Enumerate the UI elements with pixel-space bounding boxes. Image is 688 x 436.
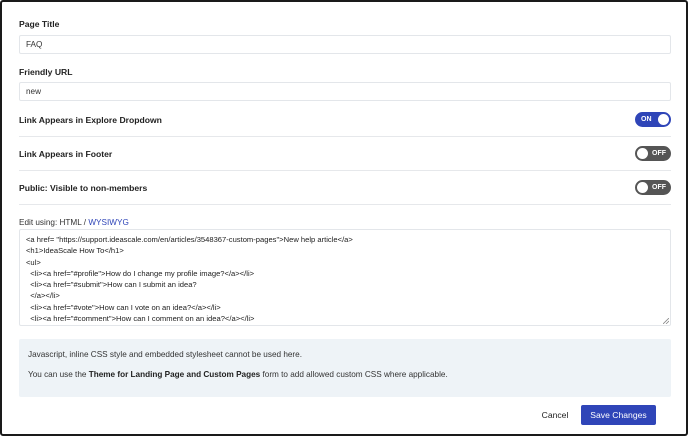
friendly-url-label: Friendly URL — [19, 67, 73, 77]
cancel-button[interactable]: Cancel — [536, 406, 574, 424]
code-line: <li><a href="#submit">How can I submit a… — [26, 280, 197, 290]
code-line: <li><a href="#comment">How can I comment… — [26, 314, 255, 324]
explore-dropdown-label: Link Appears in Explore Dropdown — [19, 115, 162, 125]
custom-page-form: Page Title FAQ Friendly URL new Link App… — [0, 0, 688, 436]
code-line: <h1>IdeaScale How To</h1> — [26, 246, 124, 256]
footer-link-toggle[interactable]: OFF — [635, 146, 671, 161]
css-info-notice: Javascript, inline CSS style and embedde… — [19, 339, 671, 397]
info-line-2-suffix: form to add allowed custom CSS where app… — [260, 370, 448, 379]
public-visibility-toggle[interactable]: OFF — [635, 180, 671, 195]
theme-form-reference: Theme for Landing Page and Custom Pages — [88, 370, 261, 379]
public-visibility-row: Public: Visible to non-members OFF — [19, 171, 671, 205]
info-line-2-prefix: You can use the — [28, 370, 89, 379]
html-code-editor[interactable]: <a href= "https://support.ideascale.com/… — [19, 229, 671, 326]
code-line: <li><a href="#profile">How do I change m… — [26, 268, 255, 278]
code-line: <a href= "https://support.ideascale.com/… — [26, 235, 353, 244]
code-line: <li><a href="#vote">How can I vote on an… — [26, 302, 221, 312]
footer-link-row: Link Appears in Footer OFF — [19, 137, 671, 171]
code-line: </a></li> — [26, 291, 60, 301]
page-title-label: Page Title — [19, 19, 60, 29]
toggle-state-text: ON — [641, 116, 652, 123]
toggle-knob — [637, 148, 648, 159]
info-line-2: You can use the Theme for Landing Page a… — [28, 370, 448, 379]
toggle-state-text: OFF — [652, 184, 666, 191]
friendly-url-input[interactable]: new — [19, 82, 671, 101]
wysiwyg-link[interactable]: WYSIWYG — [88, 218, 128, 227]
toggle-knob — [637, 182, 648, 193]
toggle-knob — [658, 114, 669, 125]
footer-link-label: Link Appears in Footer — [19, 149, 113, 159]
toggle-state-text: OFF — [652, 150, 666, 157]
code-line: <ul> — [26, 257, 41, 267]
save-changes-button[interactable]: Save Changes — [581, 405, 656, 425]
resize-grip-icon[interactable] — [663, 318, 669, 324]
edit-mode-prefix: Edit using: HTML / — [19, 218, 89, 227]
info-line-1: Javascript, inline CSS style and embedde… — [28, 350, 302, 359]
public-visibility-label: Public: Visible to non-members — [19, 183, 148, 193]
explore-dropdown-toggle[interactable]: ON — [635, 112, 671, 127]
edit-mode-selector: Edit using: HTML / WYSIWYG — [19, 218, 129, 227]
page-title-input[interactable]: FAQ — [19, 35, 671, 54]
explore-dropdown-row: Link Appears in Explore Dropdown ON — [19, 103, 671, 137]
